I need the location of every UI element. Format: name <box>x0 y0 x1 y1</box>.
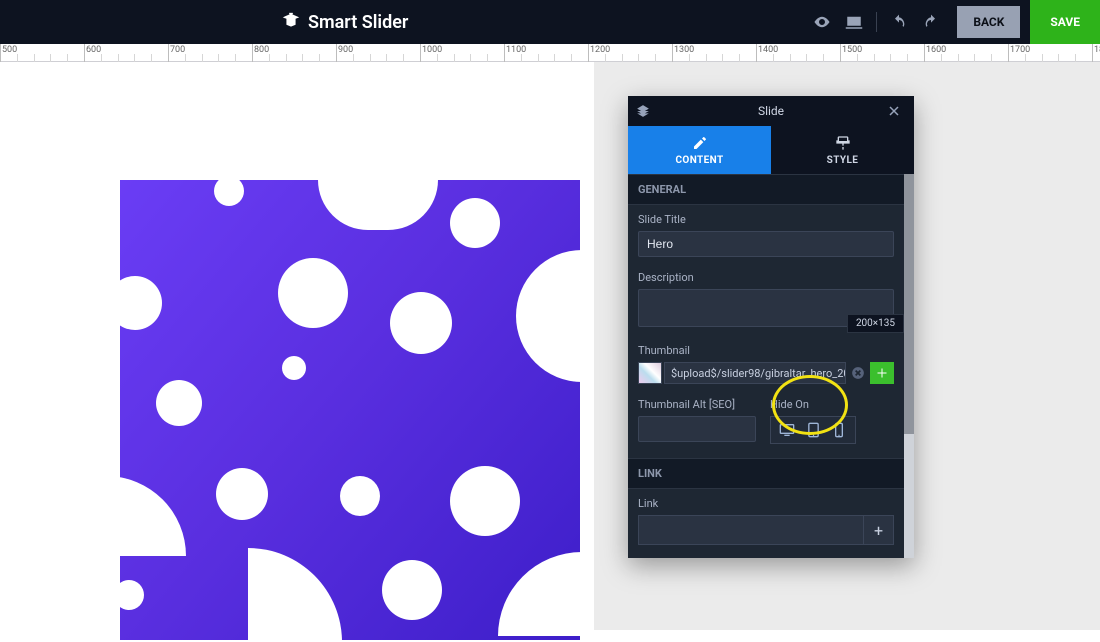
toolbar-actions: BACK SAVE <box>806 0 1100 44</box>
thumbnail-path[interactable]: $upload$/slider98/gibraltar_hero_200. <box>664 362 846 384</box>
close-icon[interactable] <box>880 96 908 126</box>
field-thumbnail: Thumbnail 200×135 $upload$/slider98/gibr… <box>628 336 904 390</box>
undo-icon[interactable] <box>883 0 915 44</box>
logo-icon <box>280 11 302 33</box>
link-add-button[interactable]: + <box>864 515 894 545</box>
field-alt-and-hide: Thumbnail Alt [SEO] Hide On <box>628 390 904 450</box>
hide-on-toggles <box>770 416 856 444</box>
hero-art <box>120 180 580 640</box>
tab-content-label: CONTENT <box>675 155 723 166</box>
thumbnail-clear-icon[interactable] <box>848 362 868 384</box>
hide-on-mobile-icon[interactable] <box>829 421 849 439</box>
panel-tabs: CONTENT STYLE <box>628 126 914 174</box>
hide-on-tablet-icon[interactable] <box>803 421 823 439</box>
toolbar-separator <box>876 12 877 32</box>
panel-scrollbar[interactable] <box>904 174 914 558</box>
brand-text: Smart Slider <box>308 12 408 33</box>
thumbnail-size: 200×135 <box>847 314 904 333</box>
paint-roller-icon <box>835 135 851 151</box>
panel-title: Slide <box>628 104 914 118</box>
panel-header: Slide <box>628 96 914 126</box>
panel-scrollarea: GENERAL Slide Title Description Thumbnai… <box>628 174 904 558</box>
label-description: Description <box>638 271 894 284</box>
panel-body: GENERAL Slide Title Description Thumbnai… <box>628 174 914 558</box>
section-general: GENERAL <box>628 174 904 205</box>
thumbnail-preview[interactable] <box>638 362 662 384</box>
label-thumbnail: Thumbnail <box>638 344 894 357</box>
input-slide-title[interactable] <box>638 231 894 257</box>
tab-style-label: STYLE <box>827 155 859 166</box>
pencil-icon <box>692 135 708 151</box>
redo-icon[interactable] <box>915 0 947 44</box>
label-thumbnail-alt: Thumbnail Alt [SEO] <box>638 398 756 411</box>
ruler: 5006007008009001000110012001300140015001… <box>0 44 1100 62</box>
device-icon[interactable] <box>838 0 870 44</box>
save-button[interactable]: SAVE <box>1030 0 1100 44</box>
topbar: Smart Slider BACK SAVE <box>0 0 1100 44</box>
thumbnail-add-button[interactable] <box>870 362 894 384</box>
field-slide-title: Slide Title <box>628 205 904 263</box>
tab-content[interactable]: CONTENT <box>628 126 771 174</box>
hide-on-desktop-icon[interactable] <box>777 421 797 439</box>
label-link: Link <box>638 497 894 510</box>
input-thumbnail-alt[interactable] <box>638 416 756 442</box>
slide-panel: Slide CONTENT STYLE GENERAL Slide Title … <box>628 96 914 558</box>
section-link: LINK <box>628 458 904 489</box>
back-button[interactable]: BACK <box>957 6 1020 38</box>
panel-scroll-thumb[interactable] <box>904 174 914 434</box>
tab-style[interactable]: STYLE <box>771 126 914 174</box>
canvas-left: e e y and <box>0 62 594 630</box>
field-link: Link + <box>628 489 904 551</box>
input-link[interactable] <box>638 515 864 545</box>
label-slide-title: Slide Title <box>638 213 894 226</box>
brand-logo: Smart Slider <box>280 11 408 33</box>
preview-icon[interactable] <box>806 0 838 44</box>
label-hide-on: Hide On <box>770 398 856 411</box>
